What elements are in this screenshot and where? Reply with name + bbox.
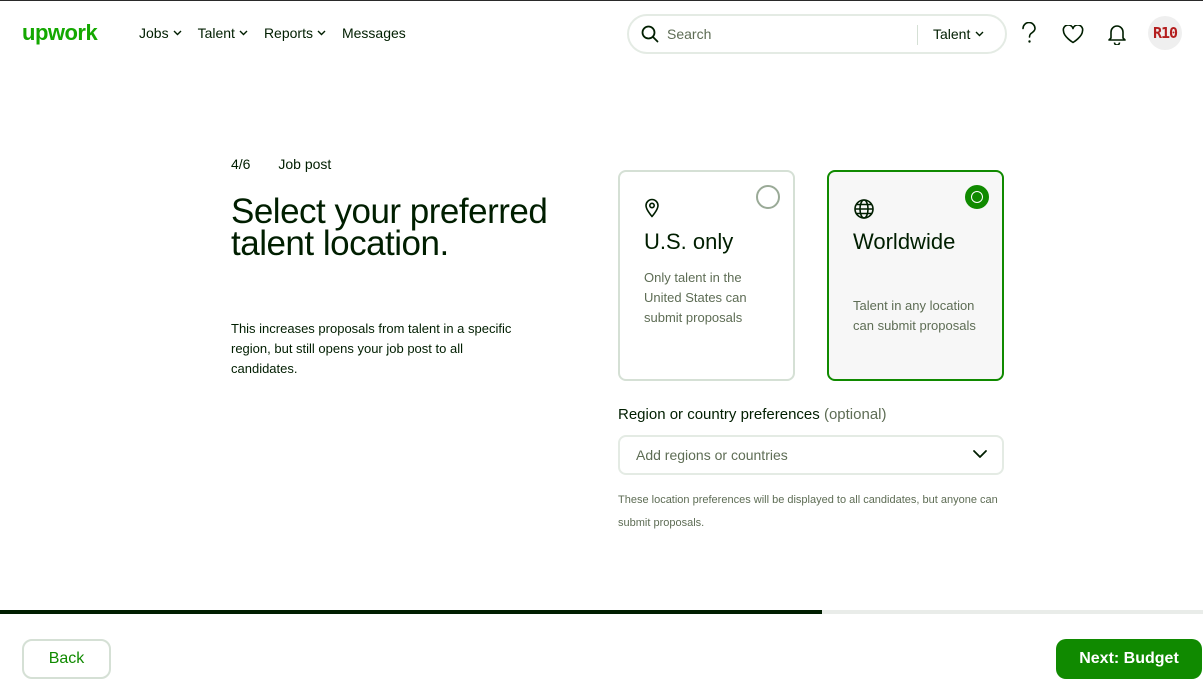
step-label: Job post — [278, 156, 332, 172]
region-dropdown-placeholder: Add regions or countries — [636, 447, 788, 463]
region-note: These location preferences will be displ… — [618, 494, 998, 529]
location-pin-icon — [644, 198, 660, 218]
radio-button[interactable] — [756, 185, 780, 209]
bell-icon[interactable] — [1107, 23, 1127, 45]
progress-bar — [0, 610, 1203, 614]
region-dropdown[interactable]: Add regions or countries — [618, 435, 1004, 475]
chevron-down-icon — [173, 30, 182, 36]
heart-icon[interactable] — [1062, 25, 1084, 44]
search-scope-select[interactable]: Talent — [933, 26, 984, 42]
search-bar: Talent — [627, 14, 1007, 54]
option-title: Worldwide — [853, 229, 956, 254]
nav-item-reports[interactable]: Reports — [264, 25, 326, 41]
radio-button-selected[interactable] — [965, 185, 989, 209]
main-nav: Jobs Talent Reports Messages — [139, 25, 422, 41]
search-input[interactable] — [667, 26, 907, 42]
nav-item-messages[interactable]: Messages — [342, 25, 406, 41]
chevron-down-icon — [317, 30, 326, 36]
search-divider — [917, 25, 918, 45]
option-text: Talent in any location can submit propos… — [853, 298, 976, 333]
region-label-text: Region or country preferences — [618, 406, 820, 423]
step-indicator: 4/6 Job post — [231, 156, 331, 172]
option-title: U.S. only — [644, 229, 734, 254]
upwork-logo[interactable]: upwork — [22, 20, 98, 46]
region-optional-text: (optional) — [823, 406, 887, 423]
help-icon[interactable] — [1020, 22, 1038, 44]
page-description: This increases proposals from talent in … — [231, 321, 512, 376]
search-scope-label: Talent — [933, 26, 971, 42]
nav-item-label: Reports — [263, 25, 313, 41]
page-title: Select your preferred talent location. — [231, 192, 548, 263]
nav-item-label: Talent — [197, 25, 235, 41]
region-label: Region or country preferences (optional) — [618, 406, 887, 423]
top-navigation-bar: upwork Jobs Talent Reports Messages Sear… — [0, 0, 1203, 66]
next-budget-button[interactable]: Next: Budget — [1056, 639, 1202, 679]
nav-item-label: Messages — [341, 25, 406, 41]
nav-item-talent[interactable]: Talent — [198, 25, 248, 41]
nav-item-label: Jobs — [139, 25, 169, 41]
step-counter: 4/6 — [231, 156, 251, 172]
chevron-down-icon — [239, 30, 248, 36]
option-card-worldwide[interactable]: Worldwide Talent in any location can sub… — [827, 170, 1004, 381]
option-card-us-only[interactable]: U.S. only Only talent in the United Stat… — [618, 170, 795, 381]
nav-item-jobs[interactable]: Jobs — [139, 25, 182, 41]
back-button[interactable]: Back — [22, 639, 111, 679]
chevron-down-icon — [972, 449, 988, 459]
option-text: Only talent in the United States can sub… — [644, 270, 747, 325]
chevron-down-icon — [975, 31, 984, 37]
search-icon — [641, 25, 659, 43]
globe-icon — [853, 198, 875, 220]
progress-bar-fill — [0, 610, 822, 614]
avatar[interactable]: R10 — [1148, 16, 1182, 50]
